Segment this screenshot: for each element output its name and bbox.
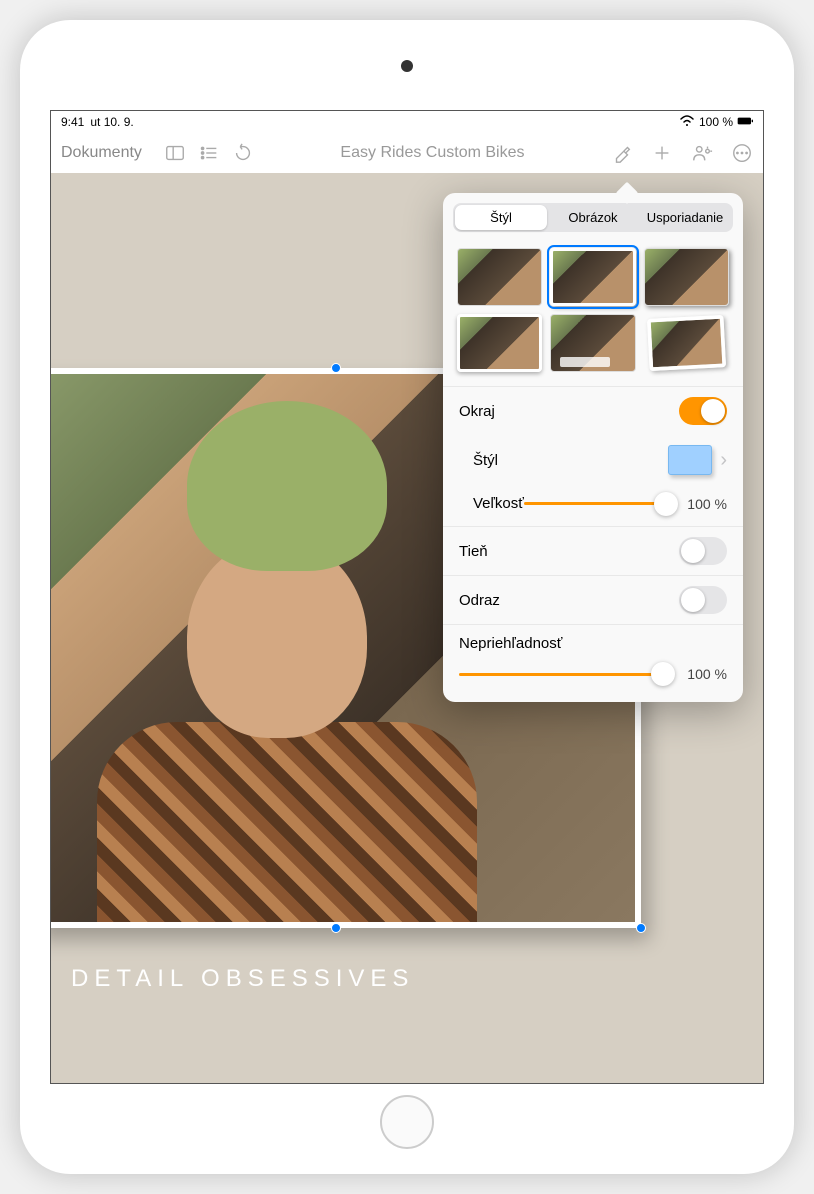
border-toggle[interactable] [679, 397, 727, 425]
ipad-device-frame: 9:41 ut 10. 9. 100 % Dokumenty [20, 20, 794, 1174]
collaborate-icon[interactable] [691, 142, 713, 164]
reflection-row: Odraz [443, 575, 743, 624]
shadow-row: Tieň [443, 526, 743, 575]
chevron-right-icon: › [720, 449, 727, 472]
battery-icon [737, 115, 753, 130]
status-date: ut 10. 9. [90, 115, 133, 129]
sidebar-toggle-icon[interactable] [164, 142, 186, 164]
opacity-label: Nepriehľadnosť [459, 635, 727, 652]
selection-handle-bottom-right[interactable] [636, 923, 646, 933]
border-size-row: Veľkosť 100 % [443, 485, 743, 526]
style-preset-2[interactable] [550, 248, 635, 306]
toolbar: Dokumenty Easy Rides Custom Bikes [51, 133, 763, 173]
reflection-toggle[interactable] [679, 586, 727, 614]
opacity-value: 100 % [682, 666, 727, 682]
status-time: 9:41 [61, 115, 84, 129]
caption-text[interactable]: DETAIL OBSESSIVES [71, 965, 414, 993]
documents-button[interactable]: Dokumenty [61, 144, 142, 162]
border-style-label: Štýl [473, 452, 668, 469]
style-preset-1[interactable] [457, 248, 542, 306]
border-style-row[interactable]: Štýl › [443, 435, 743, 485]
opacity-row: Nepriehľadnosť 100 % [443, 624, 743, 692]
style-preset-3[interactable] [644, 248, 729, 306]
wifi-icon [679, 115, 695, 130]
home-button[interactable] [380, 1095, 434, 1149]
style-preset-6[interactable] [647, 315, 726, 371]
screen: 9:41 ut 10. 9. 100 % Dokumenty [50, 110, 764, 1084]
tab-style[interactable]: Štýl [455, 205, 547, 230]
format-tabs: Štýl Obrázok Usporiadanie [453, 203, 733, 232]
format-brush-icon[interactable] [611, 142, 633, 164]
status-bar: 9:41 ut 10. 9. 100 % [51, 111, 763, 133]
border-row: Okraj [443, 386, 743, 435]
add-icon[interactable] [651, 142, 673, 164]
size-value: 100 % [682, 496, 727, 512]
camera-dot [401, 60, 413, 72]
style-preset-4[interactable] [457, 314, 542, 372]
more-icon[interactable] [731, 142, 753, 164]
border-size-label: Veľkosť [473, 495, 524, 512]
format-popover: Štýl Obrázok Usporiadanie Okraj [443, 193, 743, 702]
tab-arrange[interactable]: Usporiadanie [639, 205, 731, 230]
border-label: Okraj [459, 403, 679, 420]
border-style-preview [668, 445, 712, 475]
style-preset-5[interactable] [550, 314, 635, 372]
selection-handle-top[interactable] [331, 363, 341, 373]
opacity-slider[interactable] [459, 673, 672, 676]
size-slider[interactable] [524, 502, 672, 505]
document-title: Easy Rides Custom Bikes [266, 144, 599, 162]
status-battery-text: 100 % [699, 115, 733, 129]
format-list-icon[interactable] [198, 142, 220, 164]
tab-image[interactable]: Obrázok [547, 205, 639, 230]
style-presets-grid [443, 242, 743, 386]
selection-handle-bottom[interactable] [331, 923, 341, 933]
undo-icon[interactable] [232, 142, 254, 164]
reflection-label: Odraz [459, 592, 679, 609]
document-canvas[interactable]: DETAIL OBSESSIVES Štýl Obrázok Usporiada… [51, 173, 763, 1083]
shadow-toggle[interactable] [679, 537, 727, 565]
shadow-label: Tieň [459, 543, 679, 560]
